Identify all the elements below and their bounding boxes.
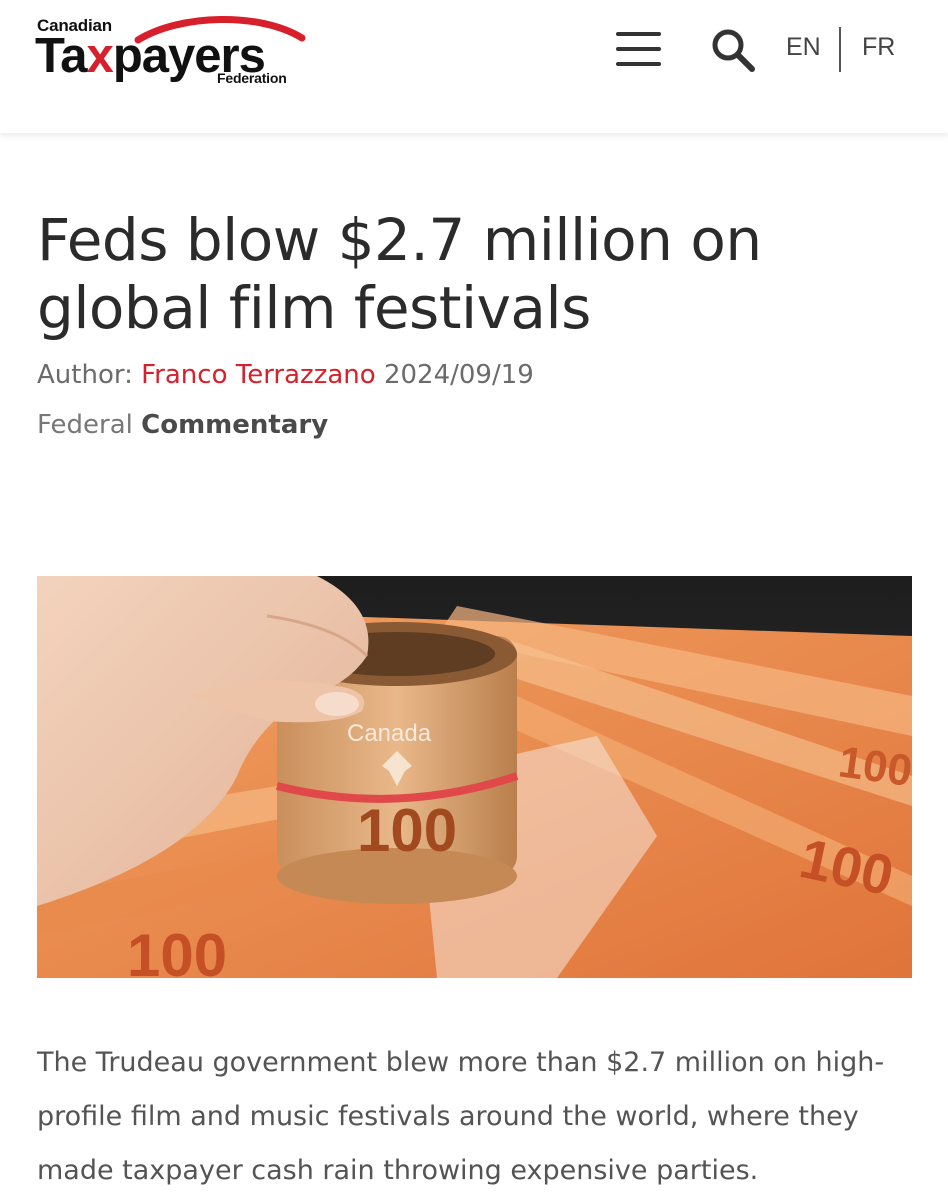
category-federal[interactable]: Federal xyxy=(37,410,133,440)
language-en-link[interactable]: EN xyxy=(786,33,821,62)
article-title: Feds blow $2.7 million on global film fe… xyxy=(37,206,762,342)
site-logo[interactable]: Canadian Taxpayers Federation xyxy=(30,12,310,92)
author-link[interactable]: Franco Terrazzano xyxy=(141,360,376,390)
bill-value-right: 100 xyxy=(836,737,912,796)
hero-image: 100 100 100 Canada 100 xyxy=(37,576,912,978)
language-fr-link[interactable]: FR xyxy=(862,33,895,62)
lead-paragraph: The Trudeau government blew more than $2… xyxy=(37,1047,885,1186)
article-meta: Author: Franco Terrazzano 2024/09/19 xyxy=(37,360,534,390)
bill-value-left: 100 xyxy=(127,922,227,978)
banknotes-illustration: 100 100 100 Canada 100 xyxy=(37,576,912,978)
category-commentary[interactable]: Commentary xyxy=(141,410,328,440)
author-label: Author: xyxy=(37,360,133,390)
logo-main-x: x xyxy=(86,29,114,83)
site-header: Canadian Taxpayers Federation EN FR xyxy=(0,0,948,133)
roll-canada-text: Canada xyxy=(347,720,432,747)
roll-value-text: 100 xyxy=(357,797,457,864)
hamburger-icon[interactable] xyxy=(616,32,662,68)
article-date: 2024/09/19 xyxy=(383,360,534,390)
logo-main-part-a: Ta xyxy=(35,29,88,83)
logo-bottom-word: Federation xyxy=(217,70,287,86)
language-divider xyxy=(839,27,841,72)
search-icon[interactable] xyxy=(710,27,756,73)
article-categories: Federal Commentary xyxy=(37,410,328,440)
